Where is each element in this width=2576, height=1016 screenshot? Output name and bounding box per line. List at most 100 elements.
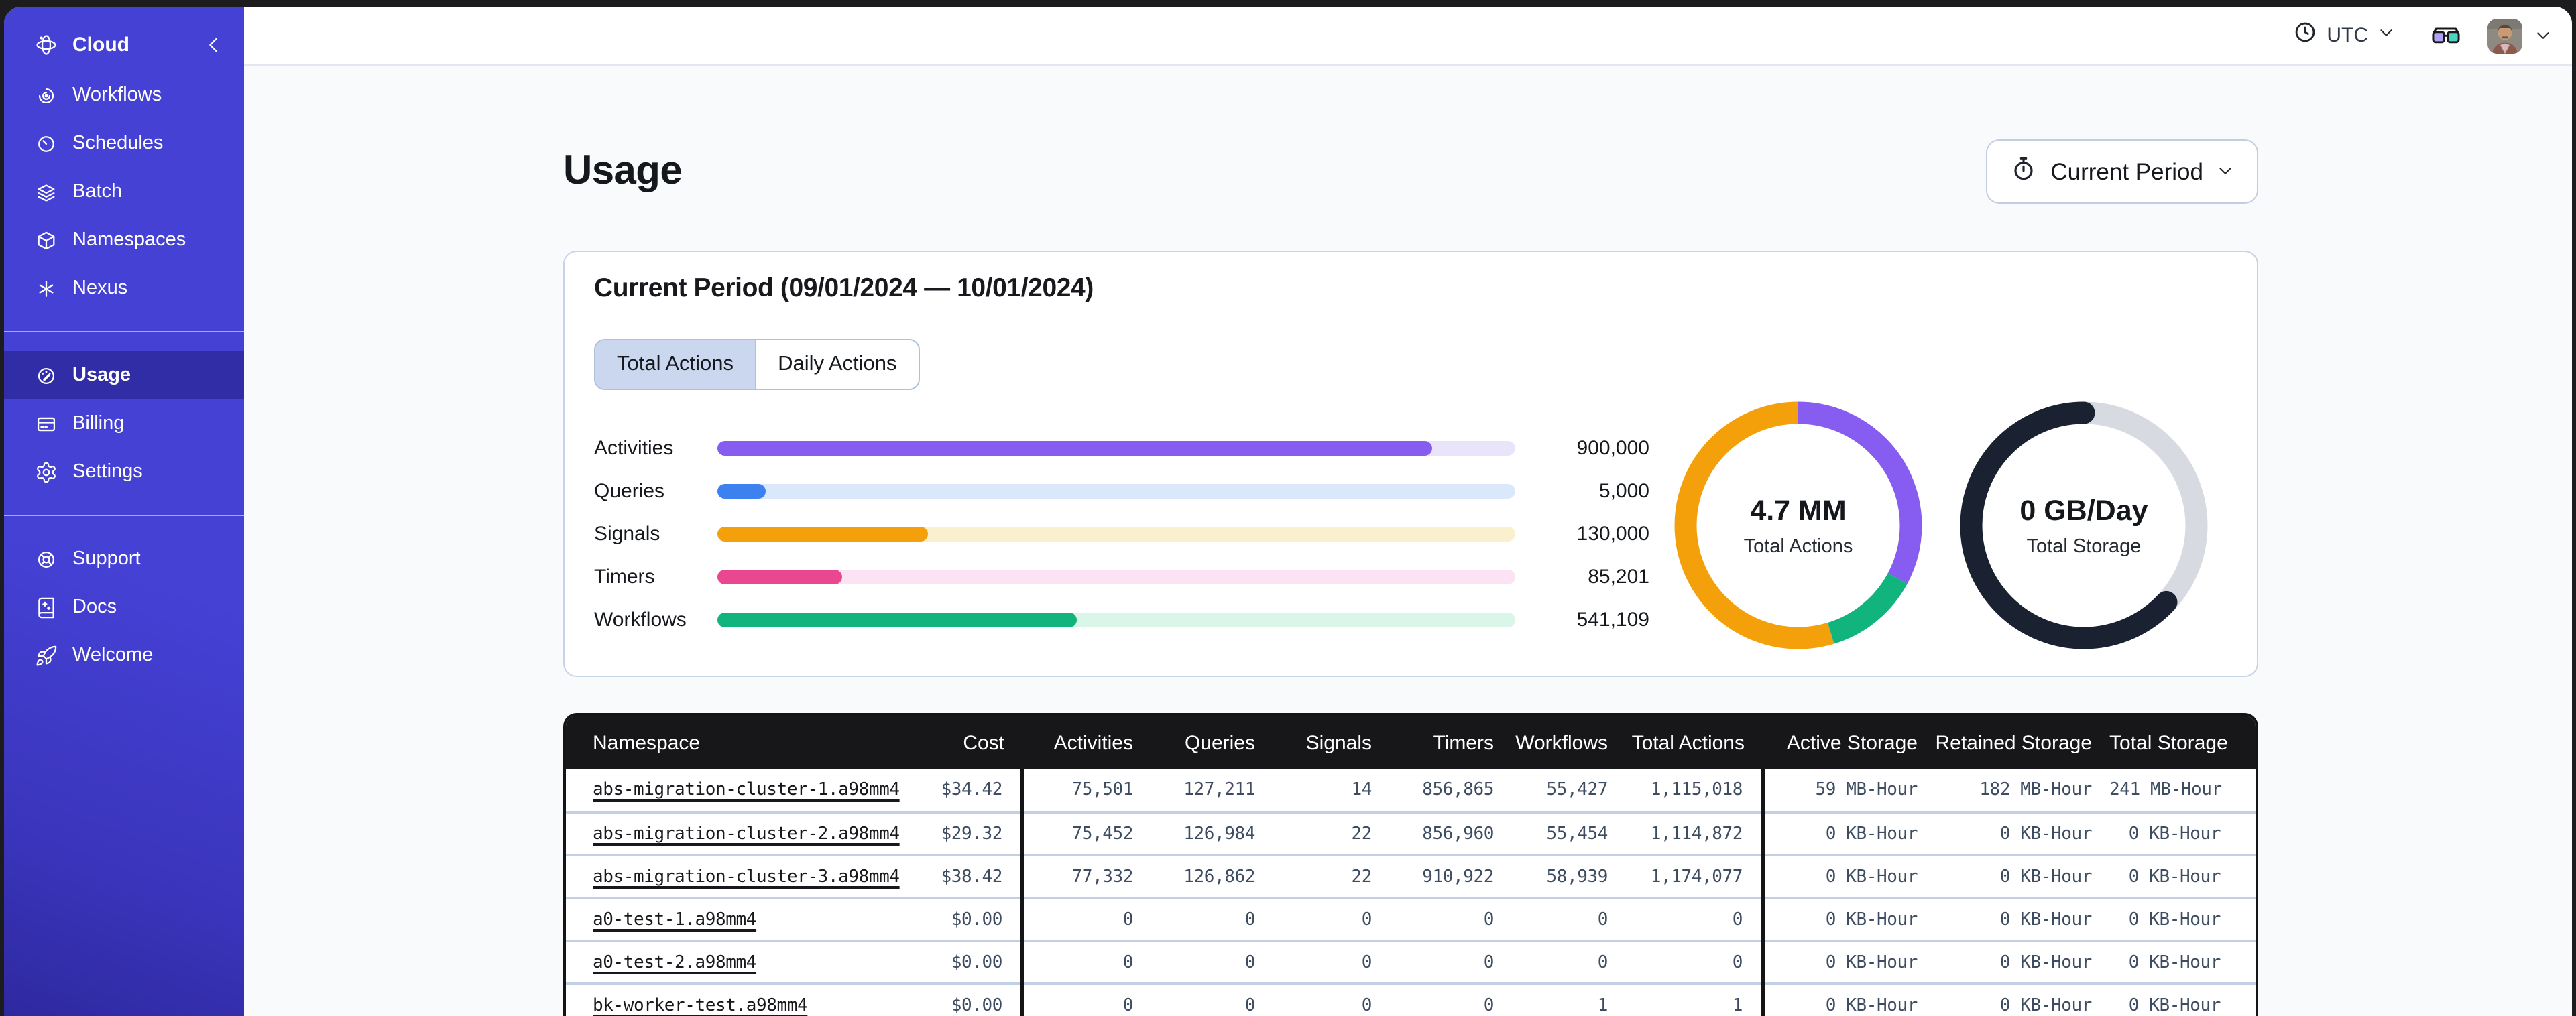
cell-total-storage: 0 KB-Hour <box>2128 996 2221 1016</box>
cell-active-storage: 0 KB-Hour <box>1825 824 1918 844</box>
sidebar-item-schedules[interactable]: Schedules <box>4 119 244 168</box>
sidebar-item-usage[interactable]: Usage <box>4 351 244 399</box>
namespace-link[interactable]: abs-migration-cluster-1.a98mm4 <box>593 780 900 800</box>
timezone-selector[interactable]: UTC <box>2293 20 2395 51</box>
cell-total-actions: 1,174,077 <box>1625 855 1764 898</box>
cell-total-storage: 0 KB-Hour <box>2128 867 2221 887</box>
namespace-link[interactable]: bk-worker-test.a98mm4 <box>593 996 808 1016</box>
actions-bar-chart: Activities 900,000 Queries 5,000 Signals 130,… <box>594 426 1649 641</box>
usage-bar-row-activities: Activities 900,000 <box>594 426 1649 469</box>
cell-retained-storage: 0 KB-Hour <box>1999 952 2093 972</box>
sidebar-item-welcome[interactable]: Welcome <box>4 631 244 680</box>
cell-signals: 0 <box>1361 996 1372 1016</box>
sidebar-item-label: Batch <box>72 181 123 202</box>
cell-cost: $29.32 <box>904 812 1024 855</box>
support-icon <box>35 548 58 570</box>
sidebar-divider <box>4 515 244 516</box>
sidebar-item-label: Docs <box>72 596 117 618</box>
usage-card: Current Period (09/01/2024 — 10/01/2024)… <box>563 251 2258 677</box>
usage-bar-row-workflows: Workflows 541,109 <box>594 598 1649 641</box>
cell-signals: 0 <box>1361 909 1372 930</box>
topbar: UTC <box>244 7 2572 66</box>
cell-total-actions: 1,115,018 <box>1625 769 1764 812</box>
avatar[interactable] <box>2487 18 2522 53</box>
cell-namespace: abs-migration-cluster-1.a98mm4 <box>566 769 904 812</box>
column-header-workflows: Workflows <box>1515 731 1608 754</box>
cell-total-actions: 0 <box>1625 898 1764 941</box>
sidebar: Cloud Workflows Schedules Batch Namespaces N… <box>4 7 244 1016</box>
sidebar-item-namespaces[interactable]: Namespaces <box>4 216 244 264</box>
cell-retained-storage: 0 KB-Hour <box>1999 824 2093 844</box>
sidebar-item-batch[interactable]: Batch <box>4 168 244 216</box>
docs-icon <box>35 596 58 619</box>
cell-active-storage: 0 KB-Hour <box>1825 909 1918 930</box>
sidebar-item-label: Nexus <box>72 277 128 299</box>
sidebar-item-label: Settings <box>72 461 143 483</box>
cell-timers: 0 <box>1483 909 1495 930</box>
cell-retained-storage: 182 MB-Hour <box>1979 780 2092 800</box>
account-menu-chevron-icon[interactable] <box>2534 27 2552 44</box>
sidebar-item-docs[interactable]: Docs <box>4 583 244 631</box>
cell-activities: 75,501 <box>1071 780 1133 800</box>
cell-timers: 910,922 <box>1422 867 1494 887</box>
cell-total-storage: 0 KB-Hour <box>2128 824 2221 844</box>
namespace-link[interactable]: abs-migration-cluster-3.a98mm4 <box>593 867 900 887</box>
cell-total-storage: 241 MB-Hour <box>2109 780 2222 800</box>
sidebar-item-label: Support <box>72 548 141 570</box>
cell-retained-storage: 0 KB-Hour <box>1999 909 2093 930</box>
namespace-link[interactable]: abs-migration-cluster-2.a98mm4 <box>593 824 900 844</box>
usage-bar-row-queries: Queries 5,000 <box>594 469 1649 512</box>
glasses-icon[interactable] <box>2431 25 2461 46</box>
cell-queries: 126,862 <box>1183 867 1255 887</box>
namespace-link[interactable]: a0-test-1.a98mm4 <box>593 909 756 930</box>
cell-cost: $0.00 <box>904 984 1024 1016</box>
table-row: bk-worker-test.a98mm4 $0.00 0 0 0 0 1 1 0 KB-Hou… <box>566 984 2256 1016</box>
cell-activities: 75,452 <box>1071 824 1133 844</box>
period-selector-button[interactable]: Current Period <box>1986 139 2258 204</box>
sidebar-logo-row[interactable]: Cloud <box>4 17 244 71</box>
table-row: a0-test-2.a98mm4 $0.00 0 0 0 0 0 0 0 KB-Hour 0 KB… <box>566 941 2256 984</box>
sidebar-item-workflows[interactable]: Workflows <box>4 71 244 119</box>
column-header-activities: Activities <box>1053 731 1133 754</box>
cell-active-storage: 0 KB-Hour <box>1825 952 1918 972</box>
cell-cost: $0.00 <box>904 898 1024 941</box>
page-title: Usage <box>563 149 683 193</box>
bar-label: Signals <box>594 522 660 545</box>
bar-value: 85,201 <box>1588 565 1649 588</box>
sidebar-item-label: Workflows <box>72 84 162 106</box>
cell-workflows: 55,454 <box>1546 824 1608 844</box>
cell-cost: $34.42 <box>904 769 1024 812</box>
schedules-icon <box>35 132 58 155</box>
column-header-total-actions: Total Actions <box>1631 731 1745 754</box>
cell-signals: 22 <box>1351 824 1372 844</box>
cell-timers: 856,960 <box>1422 824 1494 844</box>
cell-total-actions: 0 <box>1625 941 1764 984</box>
sidebar-item-nexus[interactable]: Nexus <box>4 264 244 312</box>
cell-timers: 856,865 <box>1422 780 1494 800</box>
bar-label: Timers <box>594 565 655 588</box>
sidebar-item-billing[interactable]: Billing <box>4 399 244 448</box>
tab-total-actions[interactable]: Total Actions <box>595 340 756 389</box>
cell-workflows: 58,939 <box>1546 867 1608 887</box>
batch-icon <box>35 180 58 203</box>
sidebar-item-support[interactable]: Support <box>4 535 244 583</box>
table-row: a0-test-1.a98mm4 $0.00 0 0 0 0 0 0 0 KB-Hour 0 KB… <box>566 898 2256 941</box>
namespaces-icon <box>35 229 58 251</box>
cell-cost: $38.42 <box>904 855 1024 898</box>
sidebar-divider <box>4 331 244 332</box>
cell-activities: 0 <box>1122 996 1134 1016</box>
welcome-icon <box>35 644 58 667</box>
tab-daily-actions[interactable]: Daily Actions <box>755 340 919 389</box>
bar-fill <box>717 612 1077 627</box>
bar-track <box>717 526 1515 541</box>
sidebar-item-label: Namespaces <box>72 229 186 251</box>
cell-activities: 77,332 <box>1071 867 1133 887</box>
cell-cost: $0.00 <box>904 941 1024 984</box>
sidebar-item-settings[interactable]: Settings <box>4 448 244 496</box>
cell-retained-storage: 0 KB-Hour <box>1999 996 2093 1016</box>
sidebar-logo-label: Cloud <box>72 33 129 56</box>
cell-signals: 0 <box>1361 952 1372 972</box>
namespace-link[interactable]: a0-test-2.a98mm4 <box>593 952 756 972</box>
total-storage-donut: 0 GB/Day Total Storage <box>1956 398 2211 653</box>
desktop-background: Cloud Workflows Schedules Batch Namespaces N… <box>0 0 2576 1016</box>
